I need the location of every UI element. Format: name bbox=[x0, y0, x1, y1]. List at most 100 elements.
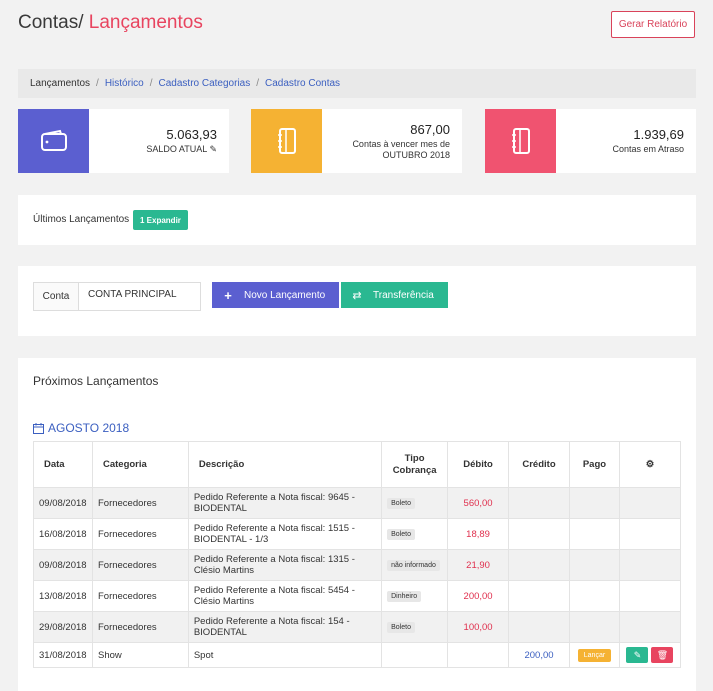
stat-card-due: 867,00 Contas à vencer mes de OUTUBRO 20… bbox=[251, 109, 462, 173]
title-accent: Lançamentos bbox=[83, 12, 203, 33]
cell-paid bbox=[568, 611, 620, 643]
latest-entries-label: Últimos Lançamentos bbox=[33, 214, 130, 225]
table-row: 09/08/2018 Fornecedores Pedido Referente… bbox=[33, 487, 682, 519]
cell-paid bbox=[568, 518, 620, 550]
col-debit: Débito bbox=[447, 441, 510, 488]
cell-type: Boleto bbox=[381, 611, 449, 643]
edit-icon[interactable]: ✎ bbox=[209, 144, 217, 154]
cell-paid bbox=[568, 549, 620, 581]
launch-button[interactable]: Lançar bbox=[577, 648, 612, 662]
latest-entries-card: Últimos Lançamentos 1 Expandir bbox=[18, 195, 696, 245]
balance-value: 5.063,93 bbox=[166, 127, 217, 142]
page-title: Contas/ Lançamentos bbox=[18, 12, 203, 34]
cell-paid bbox=[568, 487, 620, 519]
cell-date: 09/08/2018 bbox=[33, 487, 93, 519]
transfer-label: Transferência bbox=[373, 289, 434, 301]
due-label-line2: OUTUBRO 2018 bbox=[382, 149, 450, 160]
expand-button[interactable]: 1 Expandir bbox=[133, 210, 188, 230]
col-paid: Pago bbox=[568, 441, 620, 488]
type-badge: não informado bbox=[387, 560, 440, 571]
breadcrumb-link-categorias[interactable]: Cadastro Categorias bbox=[159, 78, 251, 89]
breadcrumb-separator: / bbox=[256, 78, 260, 89]
stat-card-balance: 5.063,93 SALDO ATUAL ✎ bbox=[18, 109, 229, 173]
cell-category: Fornecedores bbox=[91, 487, 189, 519]
type-badge: Boleto bbox=[387, 498, 415, 509]
cell-date: 31/08/2018 bbox=[33, 642, 93, 668]
account-select[interactable]: CONTA PRINCIPAL bbox=[79, 283, 200, 310]
cell-credit bbox=[508, 580, 570, 612]
upcoming-table: Data Categoria Descrição Tipo Cobrança Dé… bbox=[33, 441, 682, 668]
col-type: Tipo Cobrança bbox=[381, 441, 449, 488]
delete-button[interactable]: 🗑 bbox=[651, 647, 674, 663]
cell-type: Boleto bbox=[381, 518, 449, 550]
edit-button[interactable]: ✎ bbox=[626, 647, 649, 663]
new-entry-label: Novo Lançamento bbox=[244, 289, 326, 301]
account-addon: Conta bbox=[34, 283, 79, 310]
month-heading: AGOSTO 2018 bbox=[33, 421, 129, 435]
table-row: 16/08/2018 Fornecedores Pedido Referente… bbox=[33, 518, 682, 550]
breadcrumb-separator: / bbox=[149, 78, 153, 89]
cell-actions bbox=[618, 487, 682, 519]
month-label: AGOSTO 2018 bbox=[48, 421, 130, 435]
balance-label: SALDO ATUAL ✎ bbox=[146, 144, 217, 154]
col-date: Data bbox=[33, 441, 93, 488]
cell-credit bbox=[508, 549, 570, 581]
table-row: 13/08/2018 Fornecedores Pedido Referente… bbox=[33, 580, 682, 612]
title-main: Contas/ bbox=[18, 12, 84, 33]
table-row: 09/08/2018 Fornecedores Pedido Referente… bbox=[33, 549, 682, 581]
pencil-icon: ✎ bbox=[633, 649, 642, 660]
generate-report-button[interactable]: Gerar Relatório bbox=[611, 11, 695, 38]
col-category: Categoria bbox=[91, 441, 189, 488]
cell-date: 29/08/2018 bbox=[33, 611, 93, 643]
cell-paid: Lançar bbox=[568, 642, 620, 668]
cell-credit bbox=[508, 518, 570, 550]
overdue-value: 1.939,69 bbox=[633, 127, 684, 142]
col-credit: Crédito bbox=[508, 441, 570, 488]
cell-debit: 560,00 bbox=[447, 487, 510, 519]
notebook-icon bbox=[251, 109, 322, 173]
cell-debit bbox=[447, 642, 510, 668]
upcoming-card: Próximos Lançamentos AGOSTO 2018 Data Ca… bbox=[18, 358, 696, 691]
cell-category: Fornecedores bbox=[91, 518, 189, 550]
type-badge: Boleto bbox=[387, 529, 415, 540]
cell-paid bbox=[568, 580, 620, 612]
cell-type: não informado bbox=[381, 549, 449, 581]
breadcrumb-link-contas[interactable]: Cadastro Contas bbox=[265, 78, 340, 89]
table-row: 31/08/2018 Show Spot 200,00 Lançar ✎ 🗑 bbox=[33, 642, 682, 668]
cell-actions bbox=[618, 518, 682, 550]
calendar-icon bbox=[33, 422, 44, 434]
breadcrumb-link-historico[interactable]: Histórico bbox=[105, 78, 144, 89]
cell-category: Fornecedores bbox=[91, 549, 189, 581]
cell-description: Pedido Referente a Nota fiscal: 9645 - BI… bbox=[187, 487, 383, 519]
cell-credit: 200,00 bbox=[508, 642, 570, 668]
breadcrumb-current: Lançamentos bbox=[30, 78, 91, 89]
cell-category: Show bbox=[91, 642, 189, 668]
cell-actions bbox=[618, 611, 682, 643]
transfer-button[interactable]: ⇄ Transferência bbox=[341, 282, 448, 308]
cell-description: Pedido Referente a Nota fiscal: 1315 - Cl… bbox=[187, 549, 383, 581]
cell-date: 16/08/2018 bbox=[33, 518, 93, 550]
cell-debit: 21,90 bbox=[447, 549, 510, 581]
exchange-icon: ⇄ bbox=[352, 289, 362, 302]
cell-actions bbox=[618, 549, 682, 581]
cell-date: 13/08/2018 bbox=[33, 580, 93, 612]
plus-icon: + bbox=[224, 287, 232, 303]
col-description: Descrição bbox=[187, 441, 383, 488]
new-entry-button[interactable]: + Novo Lançamento bbox=[212, 282, 339, 308]
breadcrumb-separator: / bbox=[96, 78, 99, 89]
cell-credit bbox=[508, 611, 570, 643]
cell-date: 09/08/2018 bbox=[33, 549, 93, 581]
trash-icon: 🗑 bbox=[656, 649, 669, 660]
due-value: 867,00 bbox=[410, 121, 450, 137]
cogs-icon: ⚙ bbox=[645, 459, 655, 470]
account-card: Conta CONTA PRINCIPAL + Novo Lançamento … bbox=[18, 266, 696, 336]
breadcrumb: Lançamentos / Histórico / Cadastro Categ… bbox=[18, 69, 696, 98]
table-row: 29/08/2018 Fornecedores Pedido Referente… bbox=[33, 611, 682, 643]
upcoming-title: Próximos Lançamentos bbox=[33, 374, 159, 388]
cell-actions bbox=[618, 580, 682, 612]
cell-type: Dinheiro bbox=[381, 580, 449, 612]
col-actions: ⚙ bbox=[618, 441, 682, 488]
cell-credit bbox=[508, 487, 570, 519]
cell-description: Spot bbox=[187, 642, 383, 668]
account-select-group: Conta CONTA PRINCIPAL bbox=[33, 282, 201, 311]
